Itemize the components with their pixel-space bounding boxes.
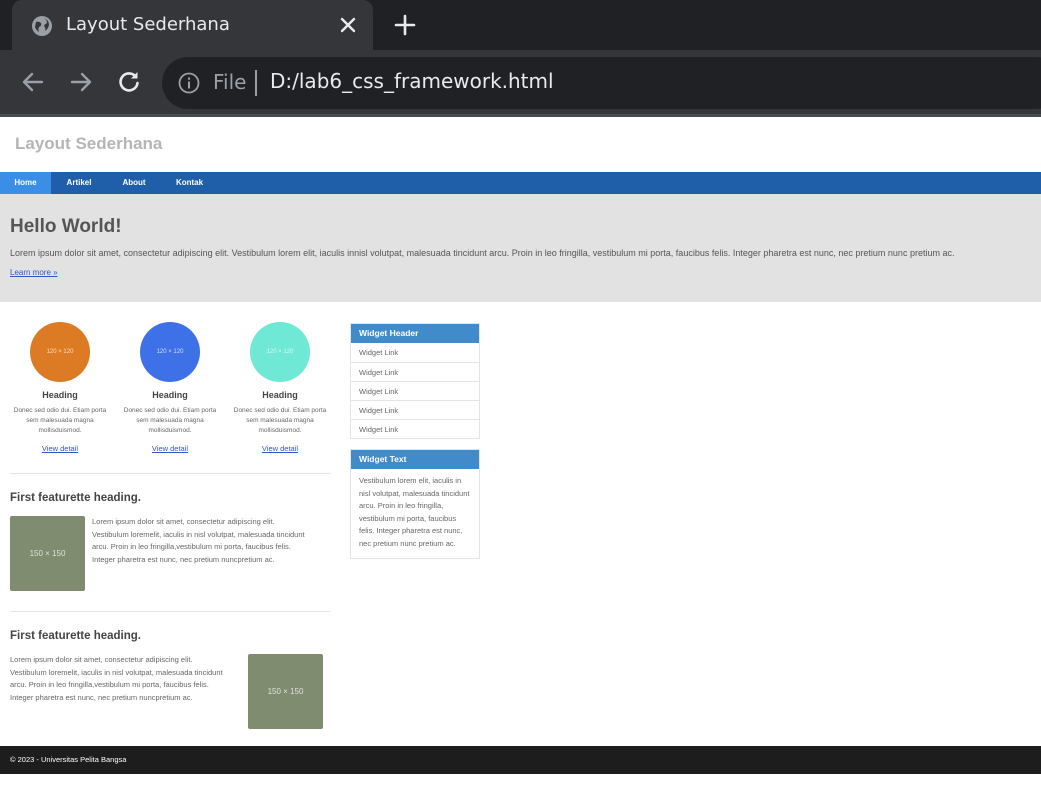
url-text[interactable]: D:/lab6_css_framework.html (270, 69, 554, 93)
info-icon[interactable] (178, 72, 200, 94)
featurette-text: Lorem ipsum dolor sit amet, consectetur … (10, 655, 223, 702)
main-nav: Home Artikel About Kontak (0, 172, 1041, 194)
address-bar[interactable]: File D:/lab6_css_framework.html (162, 57, 1041, 109)
nav-item-kontak[interactable]: Kontak (161, 172, 218, 194)
site-title: Layout Sederhana (15, 134, 163, 153)
section-divider (10, 473, 330, 474)
nav-item-artikel[interactable]: Artikel (51, 172, 107, 194)
browser-tab[interactable]: Layout Sederhana (12, 0, 373, 50)
view-detail-link[interactable]: View detail (230, 444, 330, 453)
featurette-heading: First featurette heading. (10, 492, 141, 504)
reload-icon[interactable] (115, 68, 143, 96)
card-heading: Heading (152, 390, 188, 400)
widget-links: Widget Header Widget Link Widget Link Wi… (350, 323, 480, 439)
card-heading: Heading (42, 390, 78, 400)
view-detail-link[interactable]: View detail (10, 444, 110, 453)
widget-text: Widget Text Vestibulum lorem elit, iacul… (350, 449, 480, 559)
nav-item-home[interactable]: Home (0, 172, 51, 194)
widget-header: Widget Header (351, 324, 479, 343)
widget-link[interactable]: Widget Link (351, 419, 479, 438)
nav-item-about[interactable]: About (107, 172, 161, 194)
featurette-text: Lorem ipsum dolor sit amet, consectetur … (92, 517, 305, 564)
section-divider (10, 611, 330, 612)
card-text: Donec sed odio dui. Etiam porta sem male… (233, 407, 327, 434)
featurette-image: 150 × 150 (10, 516, 85, 591)
widget-body-text: Vestibulum lorem elit, iaculis in nisl v… (359, 476, 470, 548)
site-header: Layout Sederhana (0, 117, 1041, 172)
hero-section: Hello World! Lorem ipsum dolor sit amet,… (0, 194, 1041, 302)
widget-link[interactable]: Widget Link (351, 343, 479, 362)
widget-header: Widget Text (351, 450, 479, 469)
widget-link[interactable]: Widget Link (351, 362, 479, 381)
learn-more-link[interactable]: Learn more » (10, 268, 58, 277)
card-image-label: 120 × 120 (46, 349, 74, 355)
widget-link[interactable]: Widget Link (351, 400, 479, 419)
card-heading: Heading (262, 390, 298, 400)
back-arrow-icon[interactable] (19, 68, 47, 96)
view-detail-link[interactable]: View detail (120, 444, 220, 453)
card-text: Donec sed odio dui. Etiam porta sem male… (123, 407, 217, 434)
featurette-image: 150 × 150 (248, 654, 323, 729)
card-image-label: 120 × 120 (266, 349, 294, 355)
tab-title: Layout Sederhana (66, 14, 230, 35)
footer-text: © 2023 - Universitas Pelita Bangsa (10, 755, 127, 764)
omnibox-divider (255, 70, 257, 96)
featurette-image-label: 150 × 150 (267, 687, 304, 696)
widget-link[interactable]: Widget Link (351, 381, 479, 400)
browser-toolbar: File D:/lab6_css_framework.html (0, 50, 1041, 114)
close-tab-icon[interactable] (338, 15, 358, 35)
new-tab-icon[interactable] (393, 13, 417, 37)
featurette-heading: First featurette heading. (10, 630, 141, 642)
card-text: Donec sed odio dui. Etiam porta sem male… (13, 407, 107, 434)
hero-title: Hello World! (10, 216, 122, 237)
tab-strip: Layout Sederhana (0, 0, 1041, 50)
card-image-label: 120 × 120 (156, 349, 184, 355)
hero-text: Lorem ipsum dolor sit amet, consectetur … (10, 248, 955, 258)
card-image: 120 × 120 (250, 322, 310, 382)
scheme-label: File (213, 70, 247, 94)
card-image: 120 × 120 (30, 322, 90, 382)
forward-arrow-icon[interactable] (67, 68, 95, 96)
card-image: 120 × 120 (140, 322, 200, 382)
web-page: Layout Sederhana Home Artikel About Kont… (0, 117, 1041, 785)
globe-icon (32, 16, 52, 36)
site-footer: © 2023 - Universitas Pelita Bangsa (0, 746, 1041, 774)
featurette-image-label: 150 × 150 (29, 549, 66, 558)
